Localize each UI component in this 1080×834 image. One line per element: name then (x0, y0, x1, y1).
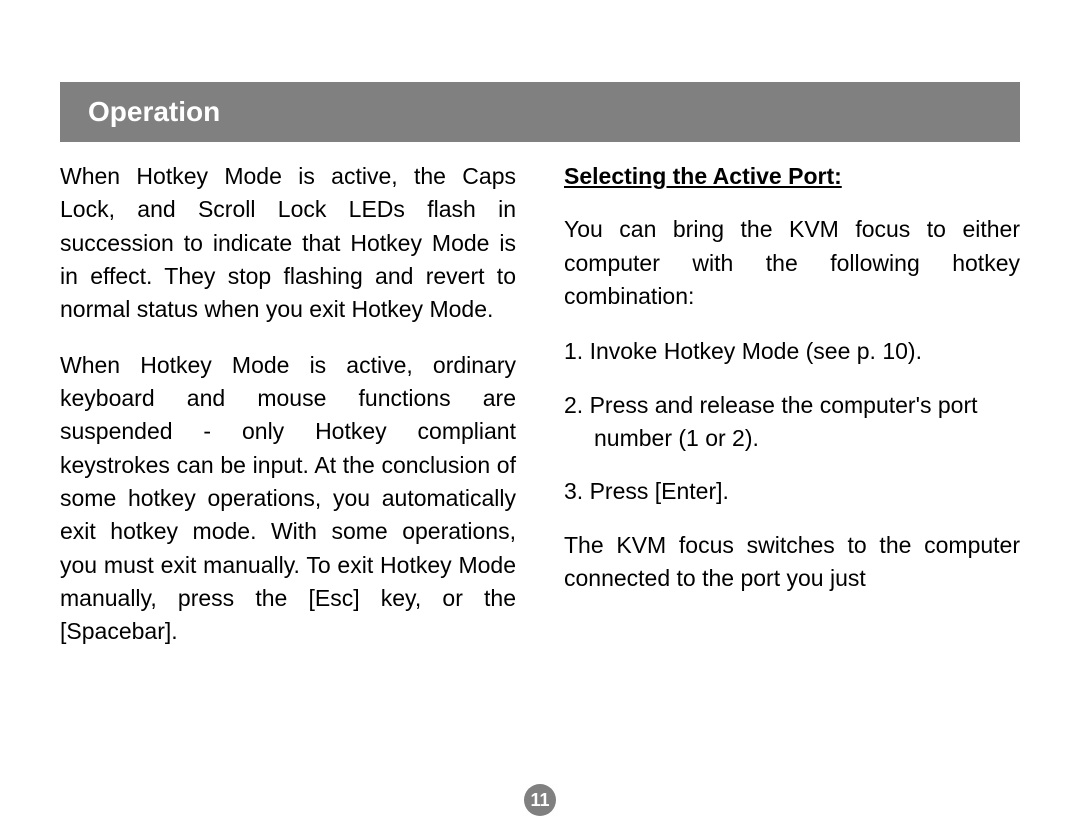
step-item: 1. Invoke Hotkey Mode (see p. 10). (564, 335, 1020, 368)
content-columns: When Hotkey Mode is active, the Caps Loc… (60, 160, 1020, 671)
paragraph: You can bring the KVM focus to either co… (564, 213, 1020, 313)
section-header: Operation (60, 82, 1020, 142)
step-item: 2. Press and release the computer's port… (564, 389, 1020, 456)
right-column: Selecting the Active Port: You can bring… (540, 160, 1020, 671)
page-number-badge: 11 (524, 784, 556, 816)
manual-page: Operation When Hotkey Mode is active, th… (0, 82, 1080, 834)
left-column: When Hotkey Mode is active, the Caps Loc… (60, 160, 540, 671)
subheading: Selecting the Active Port: (564, 160, 1020, 193)
paragraph: When Hotkey Mode is active, the Caps Loc… (60, 160, 516, 327)
paragraph: When Hotkey Mode is active, ordinary key… (60, 349, 516, 649)
step-item: 3. Press [Enter]. (564, 475, 1020, 508)
paragraph: The KVM focus switches to the computer c… (564, 529, 1020, 596)
